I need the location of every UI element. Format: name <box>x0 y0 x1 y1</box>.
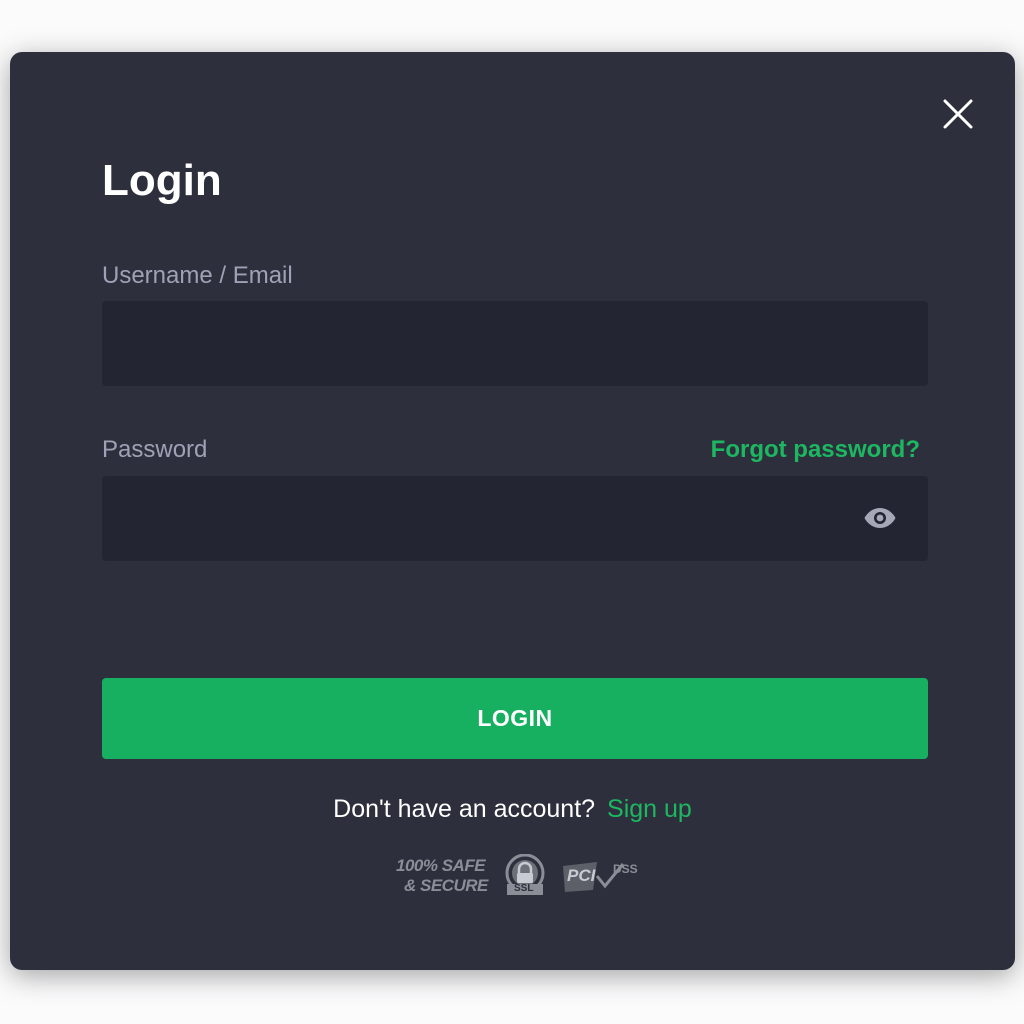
signup-row: Don't have an account? Sign up <box>10 793 1015 825</box>
ssl-text: SSL <box>514 883 534 894</box>
username-label: Username / Email <box>102 262 293 289</box>
password-field[interactable] <box>102 476 928 561</box>
pci-text: PCI <box>567 866 596 885</box>
dss-text: DSS <box>613 862 638 876</box>
forgot-password-link[interactable]: Forgot password? <box>711 435 920 465</box>
eye-icon <box>864 508 896 528</box>
password-label: Password <box>102 436 208 463</box>
pci-dss-badge: PCI DSS <box>561 858 646 894</box>
show-password-toggle[interactable] <box>862 503 898 533</box>
login-button[interactable]: LOGIN <box>102 678 928 759</box>
username-field[interactable] <box>102 301 928 386</box>
ssl-badge: SSL <box>504 854 546 896</box>
username-field-box <box>102 301 928 386</box>
signup-prompt: Don't have an account? <box>333 795 596 823</box>
password-field-box <box>102 476 928 561</box>
dialog-title: Login <box>102 156 222 205</box>
signup-link[interactable]: Sign up <box>607 795 692 823</box>
login-dialog: Login Username / Email Password Forgot p… <box>10 52 1015 970</box>
safe-secure-line1: 100% SAFE <box>396 856 486 875</box>
safe-secure-line2: & SECURE <box>404 876 488 895</box>
close-button[interactable] <box>938 94 978 134</box>
close-icon <box>943 99 973 129</box>
security-badges: 100% SAFE & SECURE SSL PCI DSS <box>396 852 638 900</box>
